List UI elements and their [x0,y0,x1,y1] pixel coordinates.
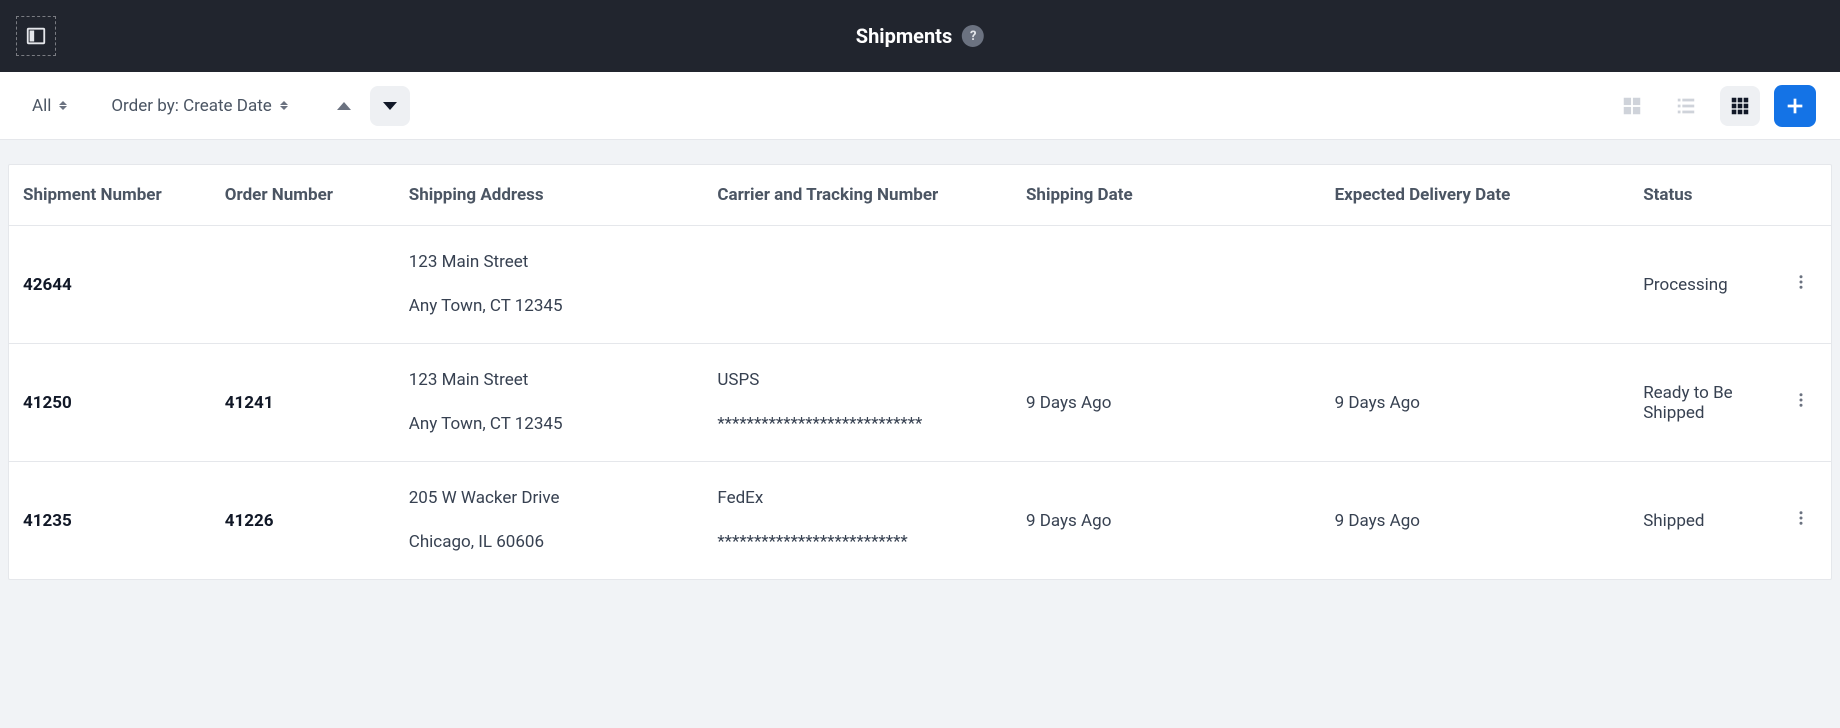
cell-shipping-address: 123 Main Street Any Town, CT 12345 [395,344,704,462]
add-shipment-button[interactable] [1774,85,1816,127]
cell-carrier-tracking: FedEx ************************** [703,462,1012,580]
col-order-number[interactable]: Order Number [211,165,395,226]
grid-large-icon [1621,95,1643,117]
cell-status: Processing [1629,226,1771,344]
cell-status: Ready to Be Shipped [1629,344,1771,462]
cell-shipment-number: 41235 [9,462,211,580]
cell-shipping-date: 9 Days Ago [1012,344,1321,462]
cell-status: Shipped [1629,462,1771,580]
row-actions-button[interactable] [1772,344,1831,462]
address-line1: 123 Main Street [409,368,690,394]
carrier-name: FedEx [717,486,998,512]
table-row[interactable]: 41235 41226 205 W Wacker Drive Chicago, … [9,462,1831,580]
address-line1: 205 W Wacker Drive [409,486,690,512]
help-button[interactable]: ? [962,25,984,47]
table-header-row: Shipment Number Order Number Shipping Ad… [9,165,1831,226]
cell-carrier-tracking: USPS **************************** [703,344,1012,462]
cell-expected-delivery: 9 Days Ago [1321,462,1630,580]
row-actions-button[interactable] [1772,226,1831,344]
table-icon [1729,95,1751,117]
shipments-table-wrap: Shipment Number Order Number Shipping Ad… [8,164,1832,580]
cell-shipping-address: 205 W Wacker Drive Chicago, IL 60606 [395,462,704,580]
view-list-button[interactable] [1666,86,1706,126]
col-carrier-tracking[interactable]: Carrier and Tracking Number [703,165,1012,226]
table-row[interactable]: 42644 123 Main Street Any Town, CT 12345… [9,226,1831,344]
col-shipment-number[interactable]: Shipment Number [9,165,211,226]
triangle-down-icon [383,102,397,110]
col-shipping-date[interactable]: Shipping Date [1012,165,1321,226]
address-line2: Chicago, IL 60606 [409,530,690,556]
col-status[interactable]: Status [1629,165,1771,226]
tracking-number: **************************** [717,412,998,438]
orderby-dropdown[interactable]: Order by: Create Date [103,90,295,122]
shipments-table: Shipment Number Order Number Shipping Ad… [9,165,1831,579]
carrier-name: USPS [717,368,998,394]
toolbar: All Order by: Create Date [0,72,1840,140]
sort-asc-button[interactable] [324,86,364,126]
dropdown-caret-icon [59,101,67,110]
cell-order-number: 41241 [211,344,395,462]
cell-order-number: 41226 [211,462,395,580]
view-cards-button[interactable] [1612,86,1652,126]
filter-dropdown[interactable]: All [24,90,75,122]
cell-carrier-tracking [703,226,1012,344]
table-row[interactable]: 41250 41241 123 Main Street Any Town, CT… [9,344,1831,462]
toolbar-right [1612,85,1816,127]
toolbar-left: All Order by: Create Date [24,86,410,126]
col-actions [1772,165,1831,226]
sort-desc-button[interactable] [370,86,410,126]
address-line2: Any Town, CT 12345 [409,294,690,320]
panel-left-icon [25,25,47,47]
sidebar-toggle-button[interactable] [16,16,56,56]
address-line1: 123 Main Street [409,250,690,276]
cell-shipment-number: 41250 [9,344,211,462]
dots-vertical-icon [1792,273,1810,291]
cell-shipment-number: 42644 [9,226,211,344]
address-line2: Any Town, CT 12345 [409,412,690,438]
tracking-number: ************************** [717,530,998,556]
cell-expected-delivery [1321,226,1630,344]
app-header: Shipments ? [0,0,1840,72]
cell-shipping-date [1012,226,1321,344]
cell-shipping-address: 123 Main Street Any Town, CT 12345 [395,226,704,344]
filter-label: All [32,96,51,116]
dropdown-caret-icon [280,101,288,110]
cell-order-number [211,226,395,344]
triangle-up-icon [337,102,351,110]
orderby-label: Order by: Create Date [111,96,271,116]
row-actions-button[interactable] [1772,462,1831,580]
dots-vertical-icon [1792,509,1810,527]
list-icon [1675,95,1697,117]
col-shipping-address[interactable]: Shipping Address [395,165,704,226]
plus-icon [1784,95,1806,117]
header-title-wrap: Shipments ? [856,24,984,48]
page-title: Shipments [856,24,952,48]
view-table-button[interactable] [1720,86,1760,126]
dots-vertical-icon [1792,391,1810,409]
col-expected-delivery[interactable]: Expected Delivery Date [1321,165,1630,226]
cell-shipping-date: 9 Days Ago [1012,462,1321,580]
cell-expected-delivery: 9 Days Ago [1321,344,1630,462]
